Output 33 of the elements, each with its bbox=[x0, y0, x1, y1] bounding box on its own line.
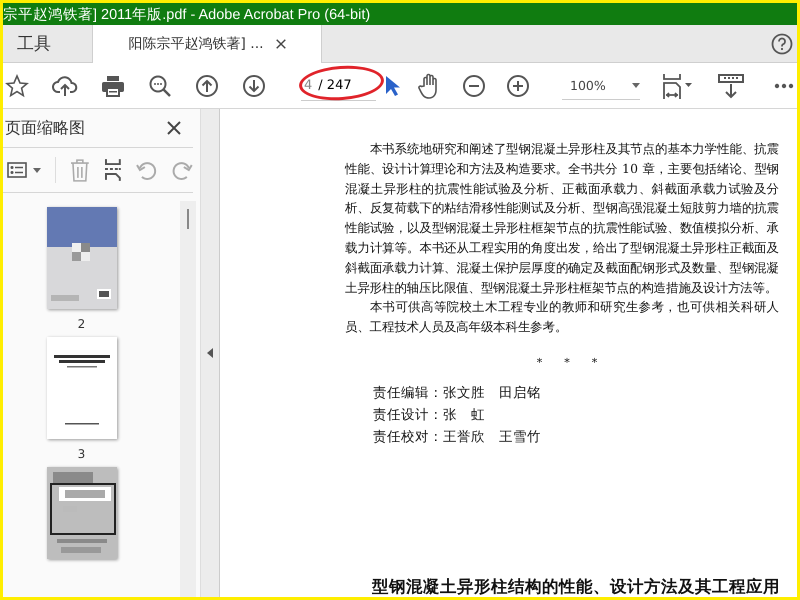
paragraph: 本书系统地研究和阐述了型钢混凝土异形柱及其节点的基本力学性能、抗震性能、设计计算理论和方法及构造要求。全书共分 10 章，主要包括绪论、型钢混凝土异形柱的抗震性能试验及分析、正截面承载力、斜截面承载力试验及分析、反复荷载下的粘结滑移性能测试及分析、型钢高强混凝土短肢剪力墙的抗震性能试验，以及型钢混凝土异形柱框架节点的抗震性能试验、数值模拟分析、承载力计算等。本书还从工程实用的角度出发，给出了型钢混凝土异形柱正截面及斜截面承载力计算、混凝土保护层厚度的确定及截面配钢形式及数量、型钢混凝土异形柱的轴压比限值、型钢混凝土异形柱框架节点的构造措施及设计方法等。 bbox=[345, 140, 779, 297]
list-view-icon[interactable] bbox=[7, 162, 27, 178]
magnifier-icon[interactable] bbox=[148, 74, 172, 98]
panel-close-icon[interactable] bbox=[167, 121, 181, 135]
credit-line: 责任编辑：张文胜 田启铭 bbox=[372, 384, 542, 403]
page-number-field[interactable]: 4 / 247 bbox=[301, 70, 376, 101]
insert-page-icon[interactable] bbox=[104, 158, 122, 182]
book-title: 型钢混凝土异形柱结构的性能、设计方法及其工程应用 bbox=[371, 576, 779, 597]
separator: * * * bbox=[536, 354, 598, 370]
paragraph: 本书可供高等院校土木工程专业的教师和研究生参考，也可供相关科研人员、工程技术人员及高年级本科生参考。 bbox=[345, 298, 779, 336]
panel-title: 页面缩略图 bbox=[5, 118, 85, 138]
help-icon[interactable] bbox=[771, 32, 793, 54]
more-icon[interactable] bbox=[774, 82, 794, 88]
window-title: 宗平赵鸿铁著] 2011年版.pdf - Adobe Acrobat Pro (64-bit) bbox=[3, 6, 370, 24]
star-icon[interactable] bbox=[5, 74, 29, 98]
zoom-field[interactable]: 100% bbox=[562, 71, 640, 100]
tab[interactable]: 工具 bbox=[3, 25, 92, 62]
printer-icon[interactable] bbox=[101, 74, 125, 96]
tab[interactable]: 阳陈宗平赵鸿铁著] ... bbox=[92, 25, 322, 63]
caret-icon[interactable] bbox=[632, 82, 640, 88]
cloud-upload-icon[interactable] bbox=[52, 74, 78, 98]
ruler-icon[interactable] bbox=[718, 72, 744, 98]
credit-line: 责任校对：王誉欣 王雪竹 bbox=[372, 428, 542, 447]
options-caret-icon[interactable] bbox=[33, 168, 41, 172]
collapse-arrow-icon[interactable] bbox=[207, 348, 213, 358]
tab-close-icon[interactable] bbox=[276, 39, 286, 49]
page-number: 3 bbox=[78, 447, 86, 461]
zoom-out-icon[interactable] bbox=[462, 74, 486, 98]
credit-line: 责任设计：张 虹 bbox=[372, 406, 486, 425]
page-number: 2 bbox=[78, 317, 86, 331]
pointer-icon[interactable] bbox=[384, 74, 400, 98]
zoom-in-icon[interactable] bbox=[506, 74, 530, 98]
scrollbar[interactable] bbox=[180, 201, 196, 597]
